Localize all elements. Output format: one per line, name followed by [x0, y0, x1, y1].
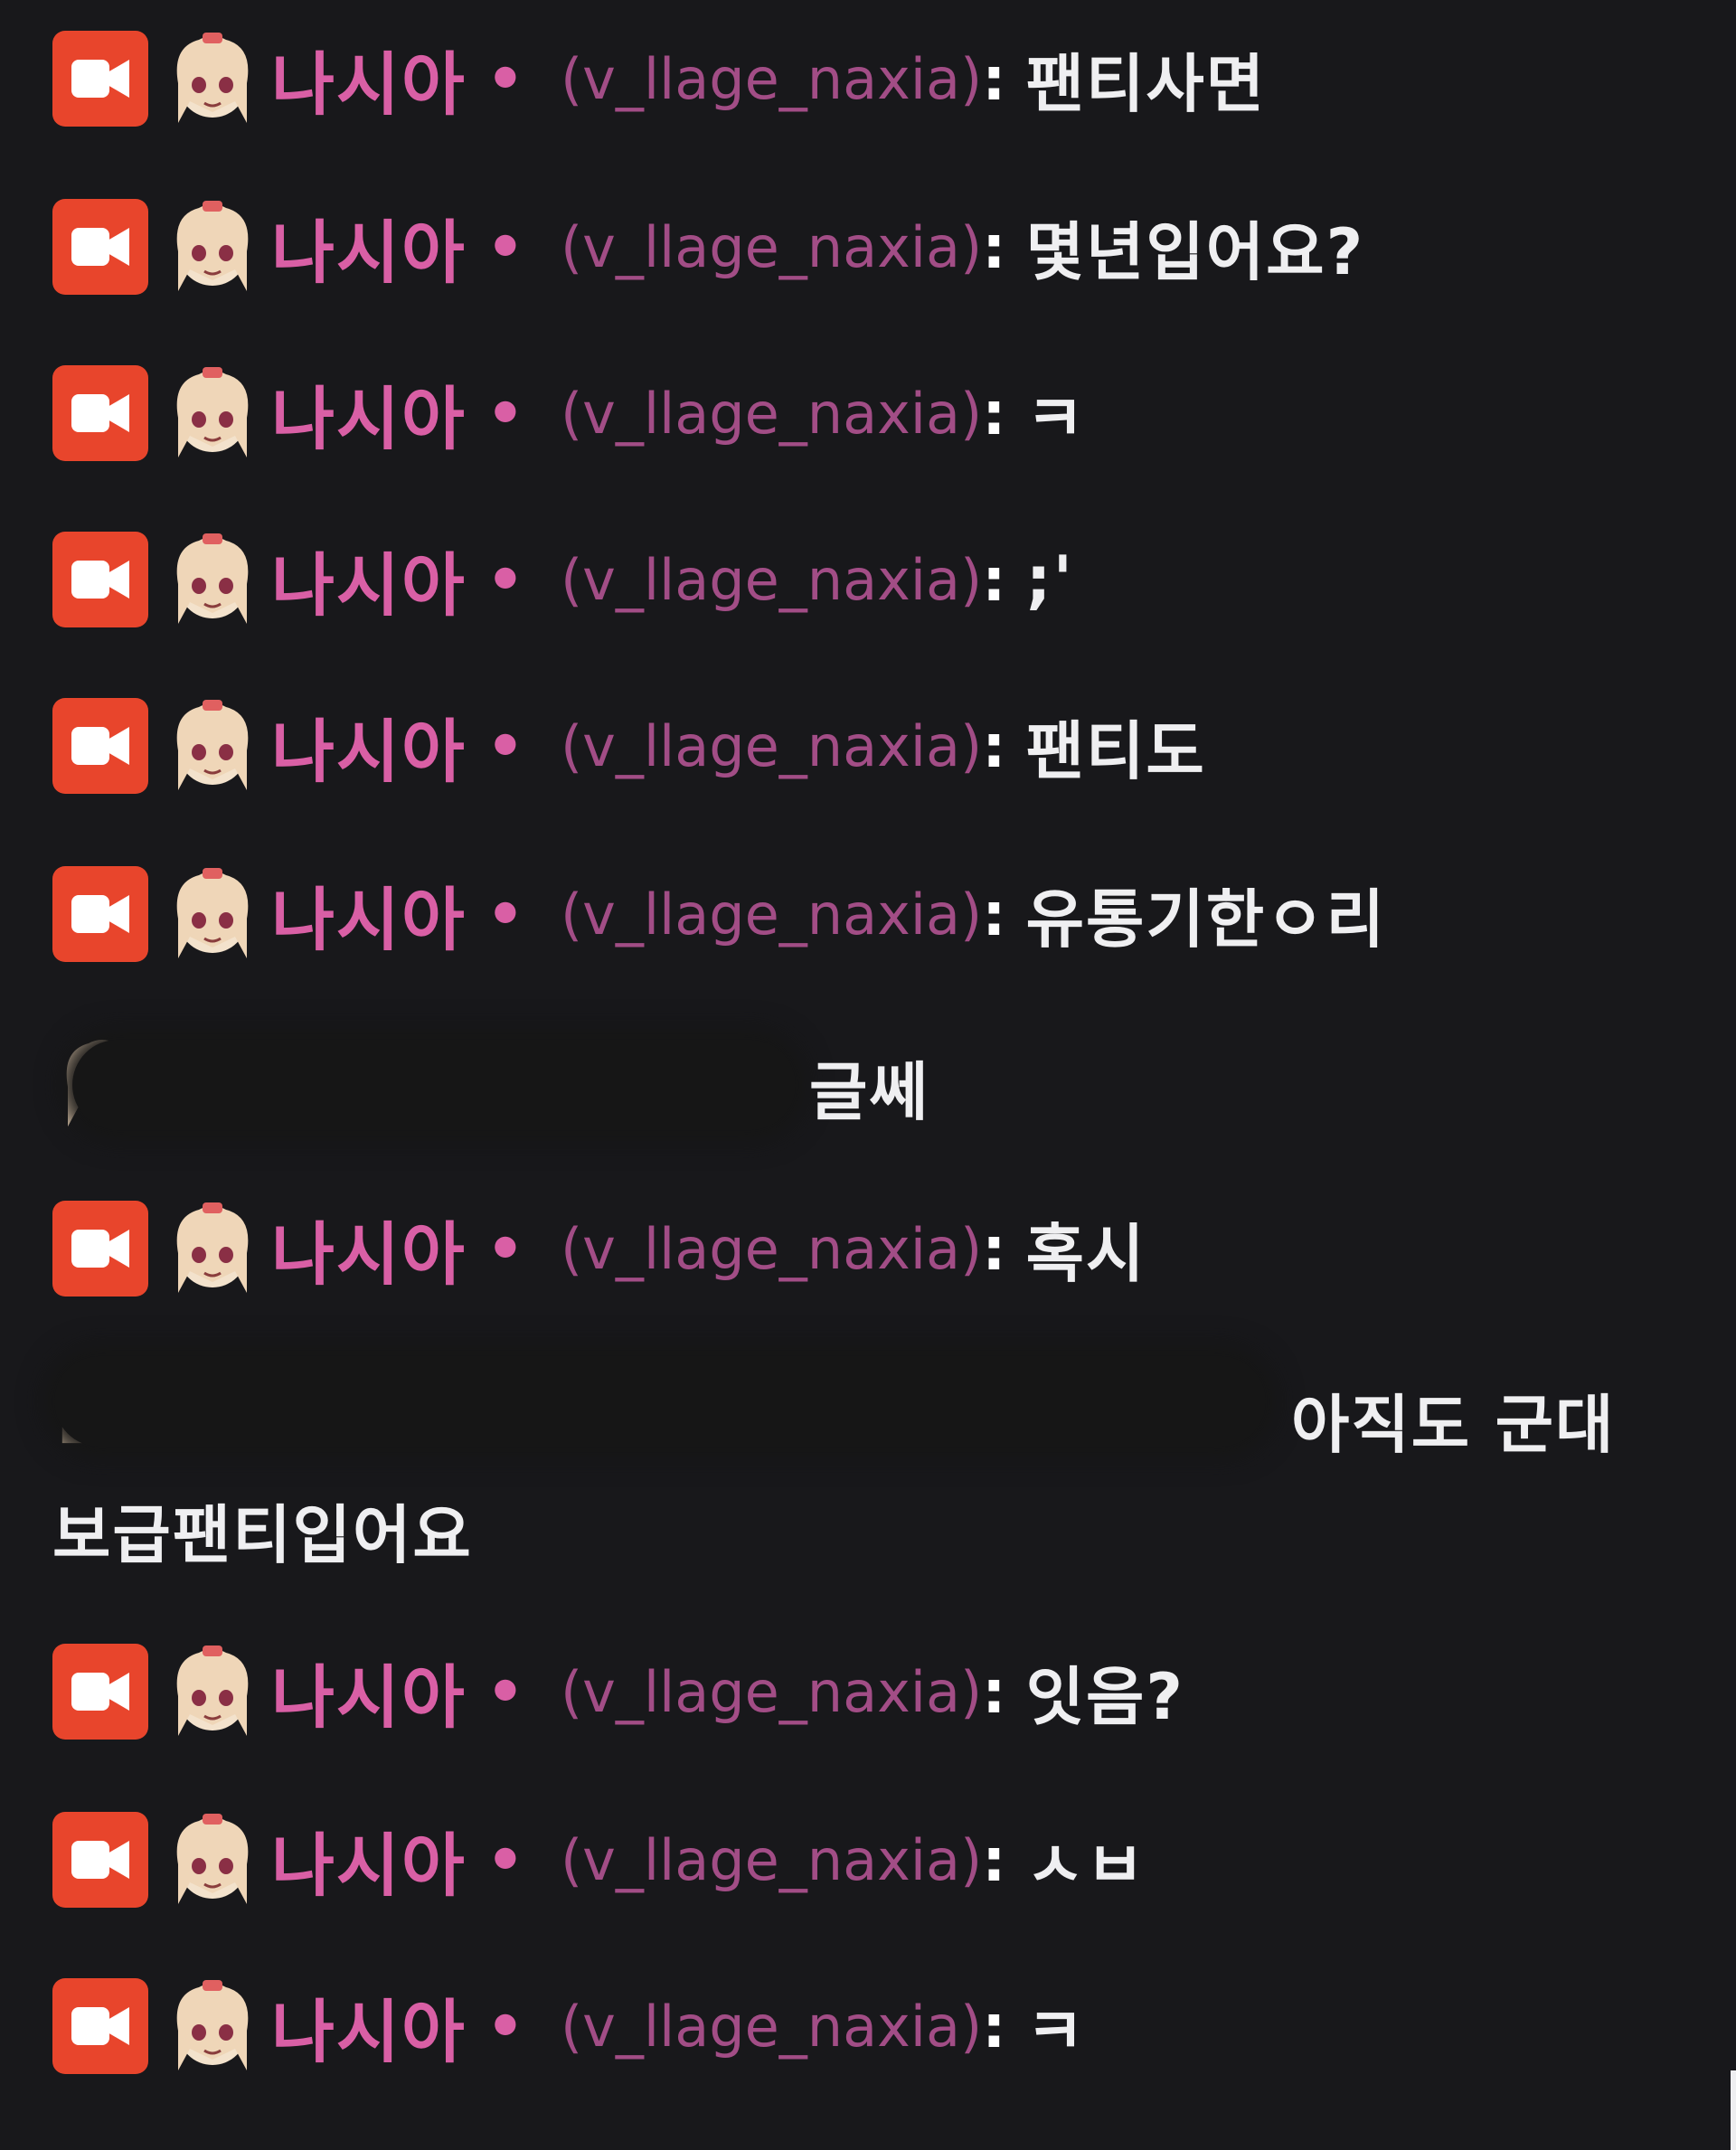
redacted-username: [72, 1040, 796, 1130]
chat-message: 나시아 • (v_llage_naxia) : 팬티사면: [52, 31, 1266, 127]
anime-girl-emote-icon: [176, 1814, 249, 1904]
anime-girl-emote-icon: [176, 1646, 249, 1736]
username-login[interactable]: (v_llage_naxia): [561, 547, 982, 613]
anime-girl-emote-icon: [176, 533, 249, 624]
chat-message: 나시아 • (v_llage_naxia) : ㅅㅂ: [52, 1812, 1146, 1908]
anime-girl-emote-icon: [176, 367, 249, 457]
chat-message: 나시아 • (v_llage_naxia) : 팬티도: [52, 698, 1206, 794]
redacted-username: [54, 1356, 1266, 1447]
username-login[interactable]: (v_llage_naxia): [561, 214, 982, 280]
message-text-continuation: 보급팬티입어요: [52, 1498, 473, 1572]
colon-separator: :: [982, 212, 1006, 282]
username-login[interactable]: (v_llage_naxia): [561, 46, 982, 112]
separator-dot: •: [486, 879, 524, 949]
separator-dot: •: [486, 711, 524, 781]
display-name[interactable]: 나시아: [271, 197, 467, 297]
chat-message: 나시아 • (v_llage_naxia) : ㅋ: [52, 1978, 1086, 2074]
chat-message-list[interactable]: 나시아 • (v_llage_naxia) : 팬티사면 나시아 • (v_ll…: [0, 0, 1736, 2150]
chat-message: 나시아 • (v_llage_naxia) : ;': [52, 532, 1074, 627]
colon-separator: :: [982, 879, 1006, 949]
username-login[interactable]: (v_llage_naxia): [561, 1216, 982, 1282]
separator-dot: •: [486, 212, 524, 282]
message-text: 글쎄: [809, 1055, 929, 1129]
display-name[interactable]: 나시아: [271, 363, 467, 463]
anime-girl-emote-icon: [176, 700, 249, 790]
display-name[interactable]: 나시아: [271, 1810, 467, 1910]
message-text: ㅋ: [1025, 381, 1086, 456]
message-text: 아직도 군대: [1291, 1388, 1616, 1462]
anime-girl-emote-icon: [176, 201, 249, 291]
display-name[interactable]: 나시아: [271, 696, 467, 796]
colon-separator: :: [982, 378, 1006, 448]
video-camera-icon[interactable]: [52, 866, 148, 962]
video-camera-icon[interactable]: [52, 698, 148, 794]
separator-dot: •: [486, 544, 524, 615]
scrollbar-edge[interactable]: [1731, 2070, 1736, 2150]
video-camera-icon[interactable]: [52, 1812, 148, 1908]
video-camera-icon[interactable]: [52, 532, 148, 627]
video-camera-icon[interactable]: [52, 199, 148, 295]
username-login[interactable]: (v_llage_naxia): [561, 1994, 982, 2060]
anime-girl-emote-icon: [176, 868, 249, 958]
separator-dot: •: [486, 43, 524, 114]
message-text: 몇년입어요?: [1025, 214, 1365, 289]
separator-dot: •: [486, 1991, 524, 2061]
username-login[interactable]: (v_llage_naxia): [561, 713, 982, 779]
separator-dot: •: [486, 1825, 524, 1895]
chat-message: 나시아 • (v_llage_naxia) : ㅋ: [52, 365, 1086, 461]
colon-separator: :: [982, 1825, 1006, 1895]
video-camera-icon[interactable]: [52, 1978, 148, 2074]
message-text: ㅋ: [1025, 1994, 1086, 2069]
video-camera-icon[interactable]: [52, 1201, 148, 1297]
separator-dot: •: [486, 1656, 524, 1727]
username-login[interactable]: (v_llage_naxia): [561, 1827, 982, 1893]
message-text: 혹시: [1025, 1216, 1146, 1291]
username-login[interactable]: (v_llage_naxia): [561, 1659, 982, 1725]
chat-message: 나시아 • (v_llage_naxia) : 혹시: [52, 1201, 1146, 1297]
message-text: ;': [1025, 542, 1075, 617]
chat-message: 나시아 • (v_llage_naxia) : 잇음?: [52, 1644, 1184, 1740]
colon-separator: :: [982, 1656, 1006, 1727]
chat-message: 나시아 • (v_llage_naxia) : 유통기한ㅇ리: [52, 866, 1386, 962]
separator-dot: •: [486, 378, 524, 448]
colon-separator: :: [982, 711, 1006, 781]
anime-girl-emote-icon: [176, 1202, 249, 1293]
anime-girl-emote-icon: [176, 33, 249, 123]
message-text: 팬티사면: [1025, 46, 1267, 121]
video-camera-icon[interactable]: [52, 31, 148, 127]
username-login[interactable]: (v_llage_naxia): [561, 882, 982, 948]
anime-girl-emote-icon: [176, 1980, 249, 2070]
display-name[interactable]: 나시아: [271, 1642, 467, 1741]
display-name[interactable]: 나시아: [271, 864, 467, 964]
message-text: 유통기한ㅇ리: [1025, 882, 1386, 957]
message-text: 팬티도: [1025, 713, 1206, 788]
colon-separator: :: [982, 1991, 1006, 2061]
video-camera-icon[interactable]: [52, 1644, 148, 1740]
display-name[interactable]: 나시아: [271, 530, 467, 629]
username-login[interactable]: (v_llage_naxia): [561, 381, 982, 447]
colon-separator: :: [982, 1213, 1006, 1284]
message-text: ㅅㅂ: [1025, 1827, 1146, 1902]
display-name[interactable]: 나시아: [271, 1199, 467, 1298]
colon-separator: :: [982, 43, 1006, 114]
video-camera-icon[interactable]: [52, 365, 148, 461]
display-name[interactable]: 나시아: [271, 1976, 467, 2076]
colon-separator: :: [982, 544, 1006, 615]
separator-dot: •: [486, 1213, 524, 1284]
chat-message: 나시아 • (v_llage_naxia) : 몇년입어요?: [52, 199, 1364, 295]
message-text: 잇음?: [1025, 1659, 1184, 1734]
display-name[interactable]: 나시아: [271, 29, 467, 128]
